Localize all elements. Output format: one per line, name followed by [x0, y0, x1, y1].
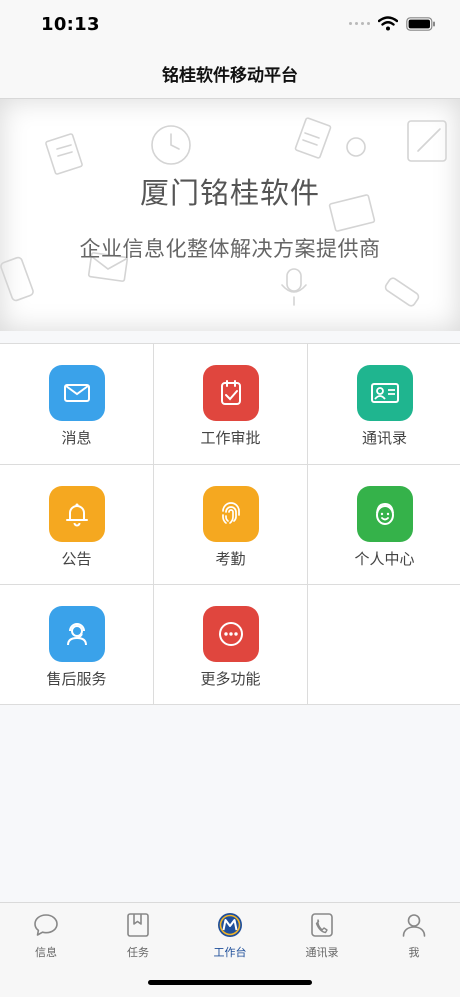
tab-label: 工作台	[213, 946, 247, 959]
more-dots-icon	[219, 622, 243, 646]
brand-logo-icon	[218, 913, 242, 937]
banner-subtitle: 企业信息化整体解决方案提供商	[79, 237, 381, 261]
banner: 厦门铭桂软件 企业信息化整体解决方案提供商	[0, 99, 460, 331]
headset-agent-icon	[67, 623, 87, 646]
grid-item-label: 个人中心	[354, 550, 415, 568]
contact-card-icon	[371, 383, 399, 403]
phone-icon	[311, 913, 333, 937]
banner-decoration	[0, 117, 447, 307]
battery-icon	[406, 16, 435, 31]
tab-workbench[interactable]: 工作台	[184, 903, 276, 965]
approval-icon	[221, 380, 241, 405]
tab-messages[interactable]: 信息	[0, 903, 92, 965]
wifi-icon	[378, 16, 398, 31]
banner-title: 厦门铭桂软件	[139, 176, 320, 210]
cellular-signal-icon	[349, 22, 370, 25]
status-time: 10:13	[41, 14, 100, 35]
grid-item-messages[interactable]: 消息	[0, 344, 153, 464]
tab-label: 信息	[35, 946, 57, 959]
attendance-tile	[203, 486, 259, 542]
bookmark-book-icon	[127, 913, 149, 937]
grid-item-label: 消息	[61, 429, 92, 447]
tab-label: 通讯录	[305, 946, 339, 959]
person-icon	[402, 914, 426, 937]
bell-icon	[66, 503, 88, 527]
status-bar: 10:13	[0, 0, 460, 50]
profile-center-tile	[357, 486, 413, 542]
status-icons	[349, 16, 436, 31]
grid-item-contacts[interactable]: 通讯录	[308, 344, 460, 464]
more-tile	[203, 606, 259, 662]
approval-tile	[203, 365, 259, 421]
grid-item-label: 通讯录	[361, 429, 407, 447]
home-indicator	[148, 980, 312, 985]
grid-item-more[interactable]: 更多功能	[154, 585, 307, 705]
grid-item-label: 考勤	[215, 550, 246, 568]
grid-item-attendance[interactable]: 考勤	[154, 465, 307, 585]
chat-bubble-icon	[34, 914, 58, 936]
tab-contacts[interactable]: 通讯录	[276, 903, 368, 965]
tab-label: 我	[408, 946, 420, 959]
fingerprint-icon	[222, 502, 240, 524]
grid-item-label: 公告	[61, 550, 92, 568]
tab-me[interactable]: 我	[368, 903, 460, 965]
grid-item-after-sales[interactable]: 售后服务	[0, 585, 153, 705]
grid-item-label: 更多功能	[200, 670, 261, 688]
tab-tasks[interactable]: 任务	[92, 903, 184, 965]
messages-tile	[49, 365, 105, 421]
grid-item-approval[interactable]: 工作审批	[154, 344, 307, 464]
function-grid: 消息 工作审批 通讯录 公告 考勤 个人中心 售后服务 更多功能	[0, 343, 460, 705]
navigation-bar: 铭桂软件移动平台	[0, 50, 460, 99]
envelope-icon	[64, 384, 90, 402]
grid-item-profile-center[interactable]: 个人中心	[308, 465, 460, 585]
contacts-tile	[357, 365, 413, 421]
grid-item-label: 售后服务	[46, 670, 107, 688]
grid-item-announcements[interactable]: 公告	[0, 465, 153, 585]
face-icon	[376, 502, 394, 525]
after-sales-tile	[49, 606, 105, 662]
tab-label: 任务	[127, 946, 149, 959]
page-title: 铭桂软件移动平台	[162, 66, 298, 86]
announcements-tile	[49, 486, 105, 542]
grid-item-label: 工作审批	[200, 429, 261, 447]
